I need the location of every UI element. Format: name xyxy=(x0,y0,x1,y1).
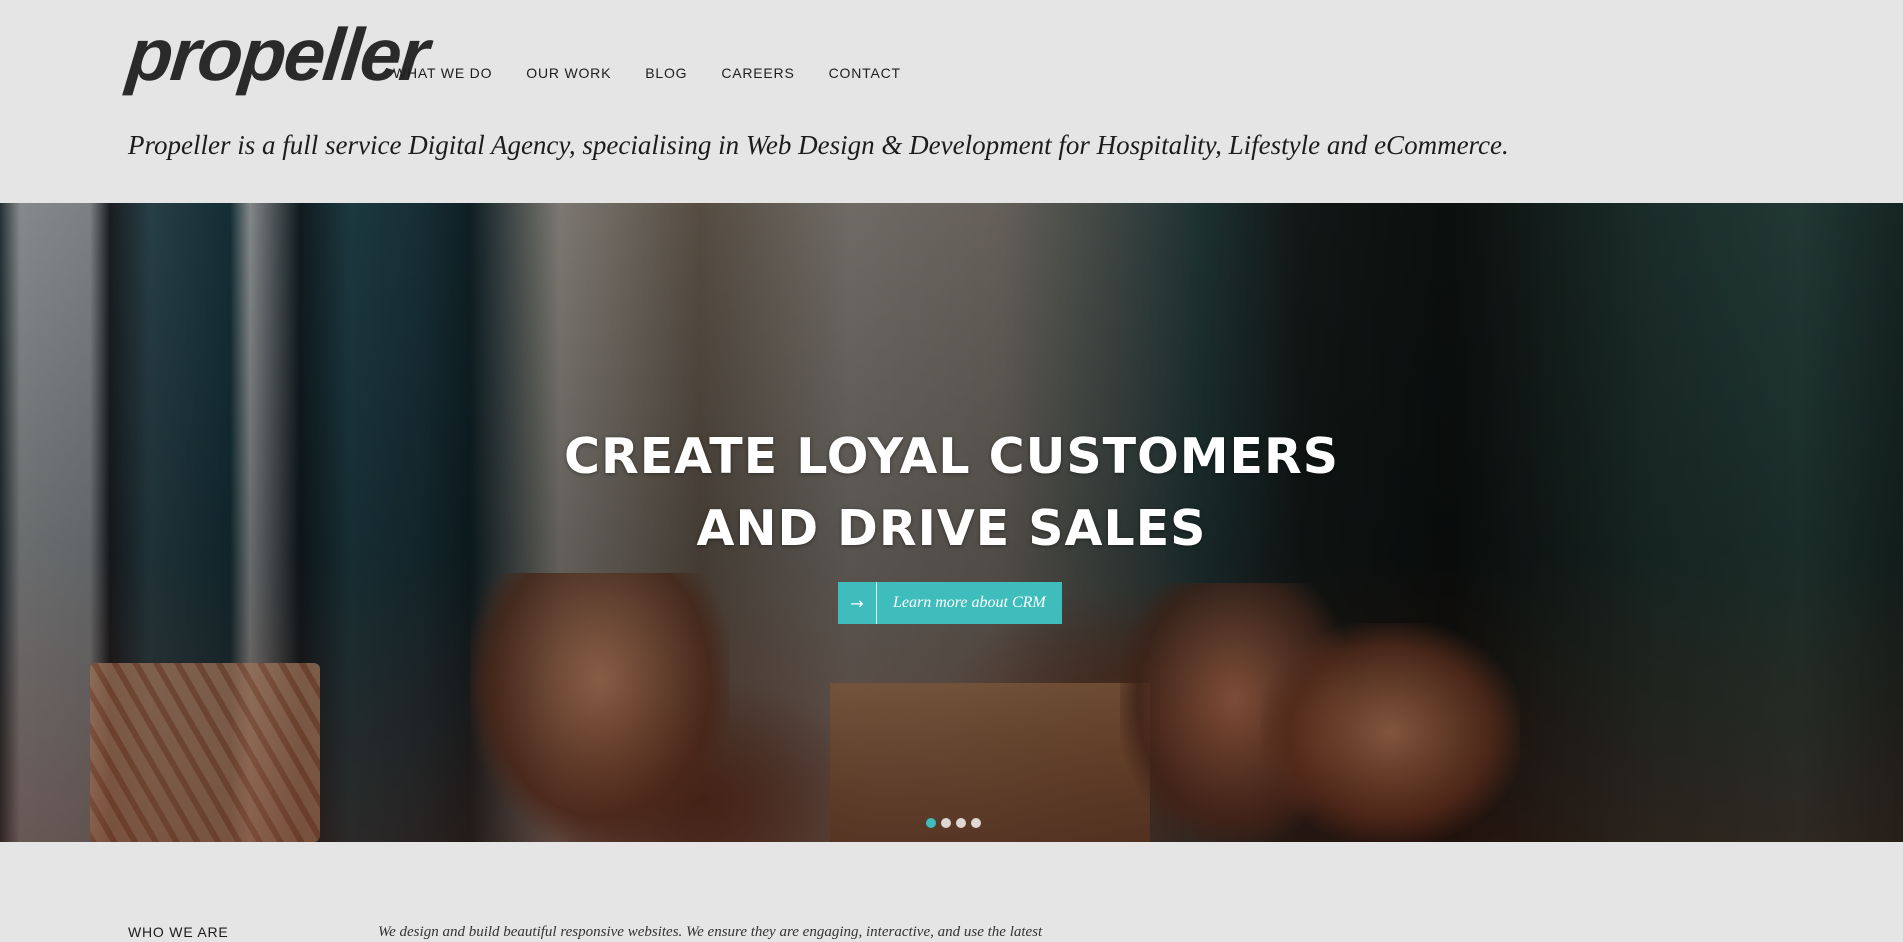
slider-dot-4[interactable] xyxy=(971,818,981,828)
hero-slider: CREATE LOYAL CUSTOMERS AND DRIVE SALES →… xyxy=(0,203,1903,842)
hero-title-line-1: CREATE LOYAL CUSTOMERS xyxy=(564,428,1339,485)
nav-item-careers[interactable]: CAREERS xyxy=(721,65,794,81)
hero-title: CREATE LOYAL CUSTOMERS AND DRIVE SALES xyxy=(0,421,1903,565)
learn-more-crm-button[interactable]: → Learn more about CRM xyxy=(838,582,1062,624)
nav-item-blog[interactable]: BLOG xyxy=(645,65,687,81)
nav-item-contact[interactable]: CONTACT xyxy=(829,65,901,81)
who-we-are-text: We design and build beautiful responsive… xyxy=(378,924,1043,940)
slider-dot-1[interactable] xyxy=(926,818,936,828)
slider-pagination xyxy=(926,818,981,828)
nav-item-what-we-do[interactable]: WHAT WE DO xyxy=(393,65,492,81)
hero-title-line-2: AND DRIVE SALES xyxy=(696,500,1207,557)
who-we-are-heading: WHO WE ARE xyxy=(128,924,229,940)
main-nav: WHAT WE DO OUR WORK BLOG CAREERS CONTACT xyxy=(393,65,935,81)
cta-label: Learn more about CRM xyxy=(893,594,1046,611)
slider-dot-3[interactable] xyxy=(956,818,966,828)
agency-tagline: Propeller is a full service Digital Agen… xyxy=(128,130,1509,160)
nav-item-our-work[interactable]: OUR WORK xyxy=(526,65,611,81)
slider-dot-2[interactable] xyxy=(941,818,951,828)
propeller-logo[interactable]: propeller xyxy=(124,13,431,96)
site-header: propeller WHAT WE DO OUR WORK BLOG CAREE… xyxy=(0,0,1903,203)
arrow-right-icon: → xyxy=(838,582,877,624)
